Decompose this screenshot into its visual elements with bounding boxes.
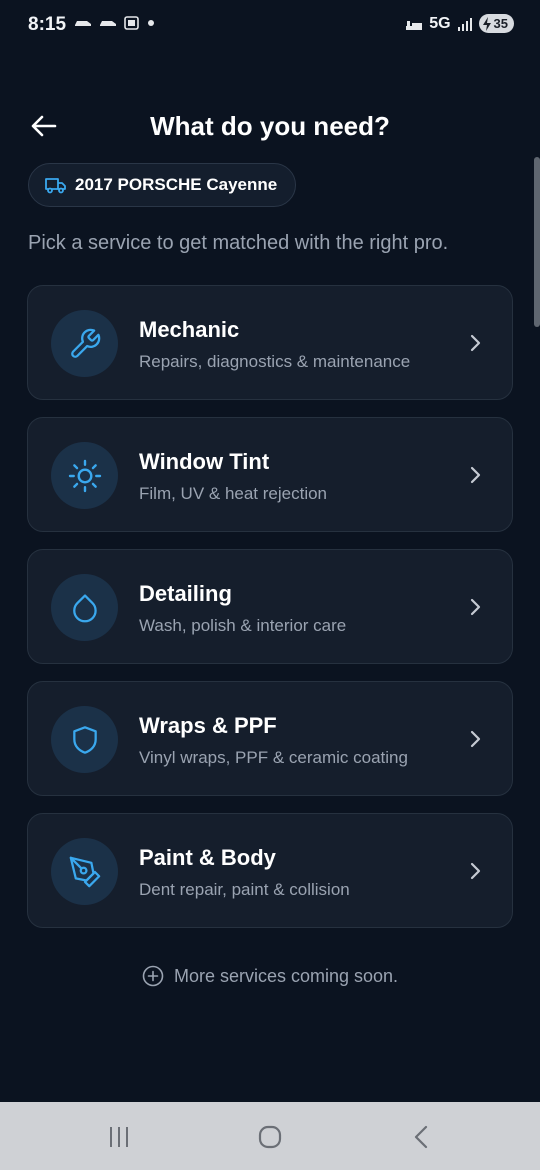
more-services-note: More services coming soon. bbox=[0, 965, 540, 987]
dot-icon bbox=[148, 20, 154, 26]
shield-icon bbox=[72, 725, 97, 754]
vehicle-chip[interactable]: 2017 PORSCHE Cayenne bbox=[28, 163, 297, 207]
service-card-window-tint[interactable]: Window Tint Film, UV & heat rejection bbox=[27, 417, 513, 532]
service-icon-container bbox=[51, 838, 118, 905]
charging-bolt-icon bbox=[482, 16, 491, 31]
notification-icons bbox=[74, 16, 156, 30]
system-back-button[interactable] bbox=[401, 1122, 441, 1152]
gallery-notification-icon bbox=[124, 16, 139, 30]
service-title: Mechanic bbox=[139, 317, 240, 342]
chevron-right-icon bbox=[470, 466, 481, 484]
car-notification-icon bbox=[100, 21, 116, 26]
service-description: Dent repair, paint & collision bbox=[139, 880, 350, 899]
service-card-mechanic[interactable]: Mechanic Repairs, diagnostics & maintena… bbox=[27, 285, 513, 400]
page-title: What do you need? bbox=[150, 111, 390, 141]
service-icon-container bbox=[51, 310, 118, 377]
service-description: Vinyl wraps, PPF & ceramic coating bbox=[139, 748, 408, 767]
chevron-right-icon bbox=[470, 598, 481, 616]
chevron-right-icon bbox=[470, 862, 481, 880]
home-icon bbox=[258, 1125, 282, 1149]
network-type: 5G bbox=[429, 14, 451, 32]
status-time: 8:15 bbox=[28, 14, 67, 35]
service-icon-container bbox=[51, 442, 118, 509]
service-card-wraps-ppf[interactable]: Wraps & PPF Vinyl wraps, PPF & ceramic c… bbox=[27, 681, 513, 796]
plus-circle-icon bbox=[142, 965, 164, 987]
service-title: Wraps & PPF bbox=[139, 713, 277, 738]
battery-indicator: 35 bbox=[478, 14, 514, 33]
pen-tool-icon bbox=[69, 856, 100, 887]
home-button[interactable] bbox=[250, 1122, 290, 1152]
service-title: Paint & Body bbox=[139, 845, 276, 870]
vehicle-label: 2017 PORSCHE Cayenne bbox=[75, 175, 278, 194]
recent-apps-icon bbox=[110, 1127, 128, 1147]
battery-level: 35 bbox=[493, 16, 508, 31]
chevron-right-icon bbox=[470, 730, 481, 748]
chevron-left-icon bbox=[414, 1125, 428, 1149]
page-subtitle: Pick a service to get matched with the r… bbox=[28, 232, 449, 254]
more-services-label: More services coming soon. bbox=[173, 965, 399, 986]
hotspot-icon bbox=[406, 20, 423, 30]
service-description: Film, UV & heat rejection bbox=[139, 484, 328, 503]
service-list: Mechanic Repairs, diagnostics & maintena… bbox=[27, 285, 513, 945]
status-bar: 8:15 5G 35 bbox=[0, 0, 540, 52]
car-notification-icon bbox=[75, 21, 91, 26]
service-icon-container bbox=[51, 574, 118, 641]
service-description: Repairs, diagnostics & maintenance bbox=[139, 352, 411, 371]
scrollbar[interactable] bbox=[534, 157, 540, 327]
status-right: 5G 35 bbox=[405, 14, 514, 33]
system-navigation-bar bbox=[0, 1102, 540, 1170]
signal-icon bbox=[457, 17, 472, 31]
truck-icon bbox=[45, 178, 66, 194]
sun-icon bbox=[68, 459, 101, 492]
chevron-right-icon bbox=[470, 334, 481, 352]
droplet-icon bbox=[72, 593, 97, 622]
service-card-detailing[interactable]: Detailing Wash, polish & interior care bbox=[27, 549, 513, 664]
recent-apps-button[interactable] bbox=[99, 1122, 139, 1152]
service-title: Window Tint bbox=[139, 449, 270, 474]
wrench-icon bbox=[70, 328, 100, 358]
service-title: Detailing bbox=[139, 581, 232, 606]
service-description: Wash, polish & interior care bbox=[139, 616, 347, 635]
service-icon-container bbox=[51, 706, 118, 773]
service-card-paint-body[interactable]: Paint & Body Dent repair, paint & collis… bbox=[27, 813, 513, 928]
